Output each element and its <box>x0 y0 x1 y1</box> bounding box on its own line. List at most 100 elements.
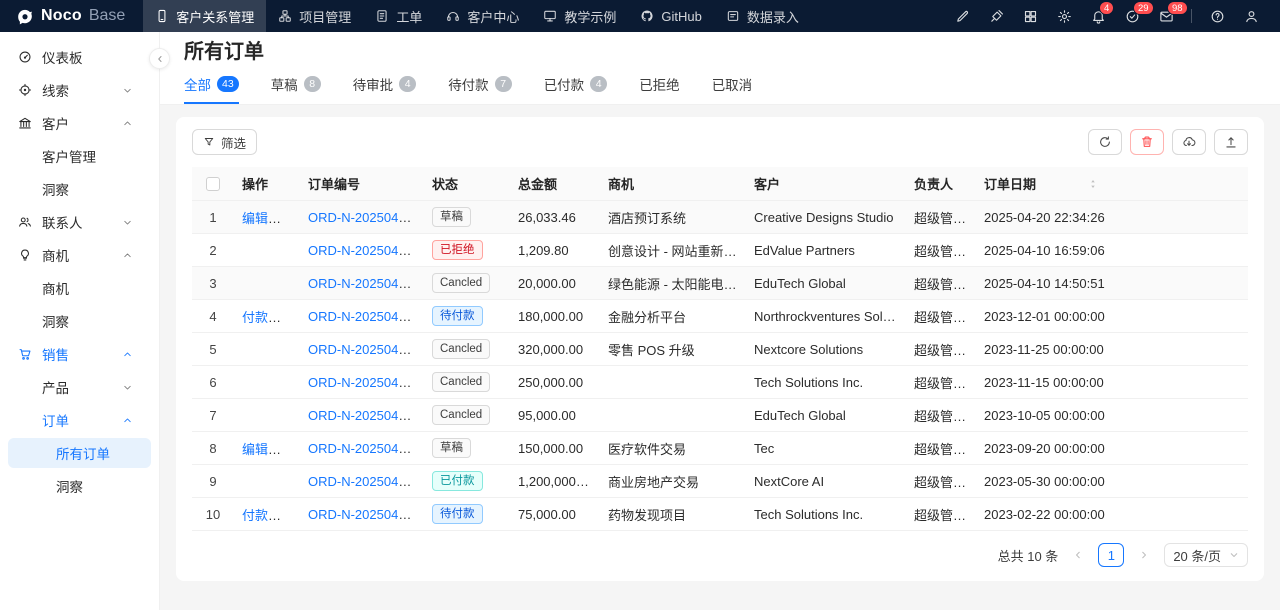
order-number-link[interactable]: ORD-N-2025042000019 <box>308 375 424 390</box>
target-icon <box>18 83 32 97</box>
sidebar-item-label: 销售 <box>42 344 69 364</box>
filter-button[interactable]: 筛选 <box>192 129 257 155</box>
help-button[interactable] <box>1202 4 1232 28</box>
cell-amount: 26,033.46 <box>510 201 600 234</box>
sidebar-item-opportunity-insights[interactable]: 洞察 <box>8 306 151 336</box>
cell-customer: Creative Designs Studio <box>746 201 906 234</box>
chevron-up-icon <box>122 250 133 261</box>
cell-owner: 超级管理员 <box>906 465 976 498</box>
pagination-prev-button[interactable] <box>1066 543 1090 567</box>
order-number-link[interactable]: ORD-N-2025042000009 <box>308 276 424 291</box>
order-number-link[interactable]: ORD-N-2025042000010 <box>308 408 424 423</box>
pagination-next-button[interactable] <box>1132 543 1156 567</box>
order-number-link[interactable]: ORD-N-2025042000007 <box>308 507 424 522</box>
nocobase-logo[interactable]: NocoBase <box>14 6 125 26</box>
column-header-order-no: 订单编号 <box>300 167 424 201</box>
import-button[interactable] <box>1214 129 1248 155</box>
tab-pending-payment[interactable]: 待付款7 <box>448 68 512 104</box>
table-toolbar: 筛选 <box>192 129 1248 155</box>
sidebar-item-contacts[interactable]: 联系人 <box>8 207 151 237</box>
sidebar-item-opportunities[interactable]: 商机 <box>8 240 151 270</box>
refresh-button[interactable] <box>1088 129 1122 155</box>
navbar-menu-item-github[interactable]: GitHub <box>628 0 713 32</box>
order-number-link[interactable]: ORD-N-2025042000018 <box>308 474 424 489</box>
tab-count-badge: 4 <box>399 76 416 92</box>
row-action-link[interactable]: 取消 <box>278 508 300 523</box>
order-number-link[interactable]: ORD-N-2025042000012 <box>308 342 424 357</box>
column-header-date[interactable]: 订单日期 <box>976 167 1248 201</box>
trash-icon <box>1140 135 1154 149</box>
settings-button[interactable] <box>1049 4 1079 28</box>
row-action-link[interactable]: 取消 <box>278 211 300 226</box>
highlighter-button[interactable] <box>947 4 977 28</box>
messages-button[interactable]: 98 <box>1151 4 1181 28</box>
apps-button[interactable] <box>1015 4 1045 28</box>
navbar-menu-item-customer-center[interactable]: 客户中心 <box>434 0 531 32</box>
sidebar-item-leads[interactable]: 线索 <box>8 75 151 105</box>
row-action-link[interactable]: 取消 <box>278 442 300 457</box>
tab-label: 已付款 <box>544 74 585 94</box>
sidebar-collapse-button[interactable] <box>149 48 170 69</box>
tab-count-badge: 4 <box>590 76 607 92</box>
sidebar-item-dashboard[interactable]: 仪表板 <box>8 42 151 72</box>
refresh-icon <box>1098 135 1112 149</box>
cell-amount: 20,000.00 <box>510 267 600 300</box>
cell-opportunity: 零售 POS 升级 <box>600 333 746 366</box>
tab-rejected[interactable]: 已拒绝 <box>639 68 680 104</box>
sidebar-item-customer-management[interactable]: 客户管理 <box>8 141 151 171</box>
status-tag: Cancled <box>432 372 490 392</box>
sidebar-item-sales[interactable]: 销售 <box>8 339 151 369</box>
page-title: 所有订单 <box>184 39 1256 65</box>
pagination-page-1[interactable]: 1 <box>1098 543 1124 567</box>
row-action-link[interactable]: 付款 <box>242 508 268 523</box>
notifications-button[interactable]: 4 <box>1083 4 1113 28</box>
cell-customer: Northrockventures Solutions <box>746 300 906 333</box>
sidebar-item-opportunity-list[interactable]: 商机 <box>8 273 151 303</box>
navbar-menu-item-project-management[interactable]: 项目管理 <box>266 0 363 32</box>
export-button[interactable] <box>1172 129 1206 155</box>
tab-cancelled[interactable]: 已取消 <box>712 68 753 104</box>
status-tag: 已拒绝 <box>432 240 483 260</box>
cell-status: Cancled <box>424 366 510 399</box>
select-all-checkbox[interactable] <box>206 177 220 191</box>
chevron-down-icon <box>1229 550 1239 560</box>
row-index: 7 <box>192 399 234 432</box>
tab-draft[interactable]: 草稿8 <box>271 68 321 104</box>
page-size-select[interactable]: 20 条/页 <box>1164 543 1248 567</box>
tasks-button[interactable]: 29 <box>1117 4 1147 28</box>
tab-all[interactable]: 全部43 <box>184 68 239 104</box>
navbar-menu-item-work-orders[interactable]: 工单 <box>363 0 434 32</box>
cell-opportunity: 金融分析平台 <box>600 300 746 333</box>
navbar-menu-item-tutorial[interactable]: 教学示例 <box>531 0 628 32</box>
chevron-up-icon <box>122 118 133 129</box>
order-number-link[interactable]: ORD-N-2025042000016 <box>308 309 424 324</box>
sidebar-item-products[interactable]: 产品 <box>8 372 151 402</box>
cell-date: 2025-04-10 16:59:06 <box>976 234 1248 267</box>
sidebar-item-orders[interactable]: 订单 <box>8 405 151 435</box>
row-index: 1 <box>192 201 234 234</box>
pen-button[interactable] <box>981 4 1011 28</box>
column-header-label: 商机 <box>608 177 634 192</box>
cell-order-no: ORD-N-2025042000010 <box>300 399 424 432</box>
order-number-link[interactable]: ORD-N-2025042000006 <box>308 210 424 225</box>
row-action-link[interactable]: 编辑 <box>242 442 268 457</box>
pen-icon <box>989 9 1004 24</box>
tab-pending-approval[interactable]: 待审批4 <box>353 68 417 104</box>
row-action-link[interactable]: 取消 <box>278 310 300 325</box>
row-action-link[interactable]: 编辑 <box>242 211 268 226</box>
tab-label: 全部 <box>184 74 211 94</box>
tab-paid[interactable]: 已付款 4 <box>544 68 608 104</box>
column-header-actions: 操作 <box>234 167 300 201</box>
order-number-link[interactable]: ORD-N-2025042000021 <box>308 243 424 258</box>
row-action-link[interactable]: 付款 <box>242 310 268 325</box>
user-button[interactable] <box>1236 4 1266 28</box>
delete-button[interactable] <box>1130 129 1164 155</box>
tab-label: 已取消 <box>712 74 753 94</box>
order-number-link[interactable]: ORD-N-2025042000001 <box>308 441 424 456</box>
sidebar-item-customers[interactable]: 客户 <box>8 108 151 138</box>
sidebar-item-all-orders[interactable]: 所有订单 <box>8 438 151 468</box>
sidebar-item-customer-insights[interactable]: 洞察 <box>8 174 151 204</box>
navbar-menu-item-data-entry[interactable]: 数据录入 <box>714 0 811 32</box>
sidebar-item-order-insights[interactable]: 洞察 <box>8 471 151 501</box>
navbar-menu-item-crm[interactable]: 客户关系管理 <box>143 0 266 32</box>
